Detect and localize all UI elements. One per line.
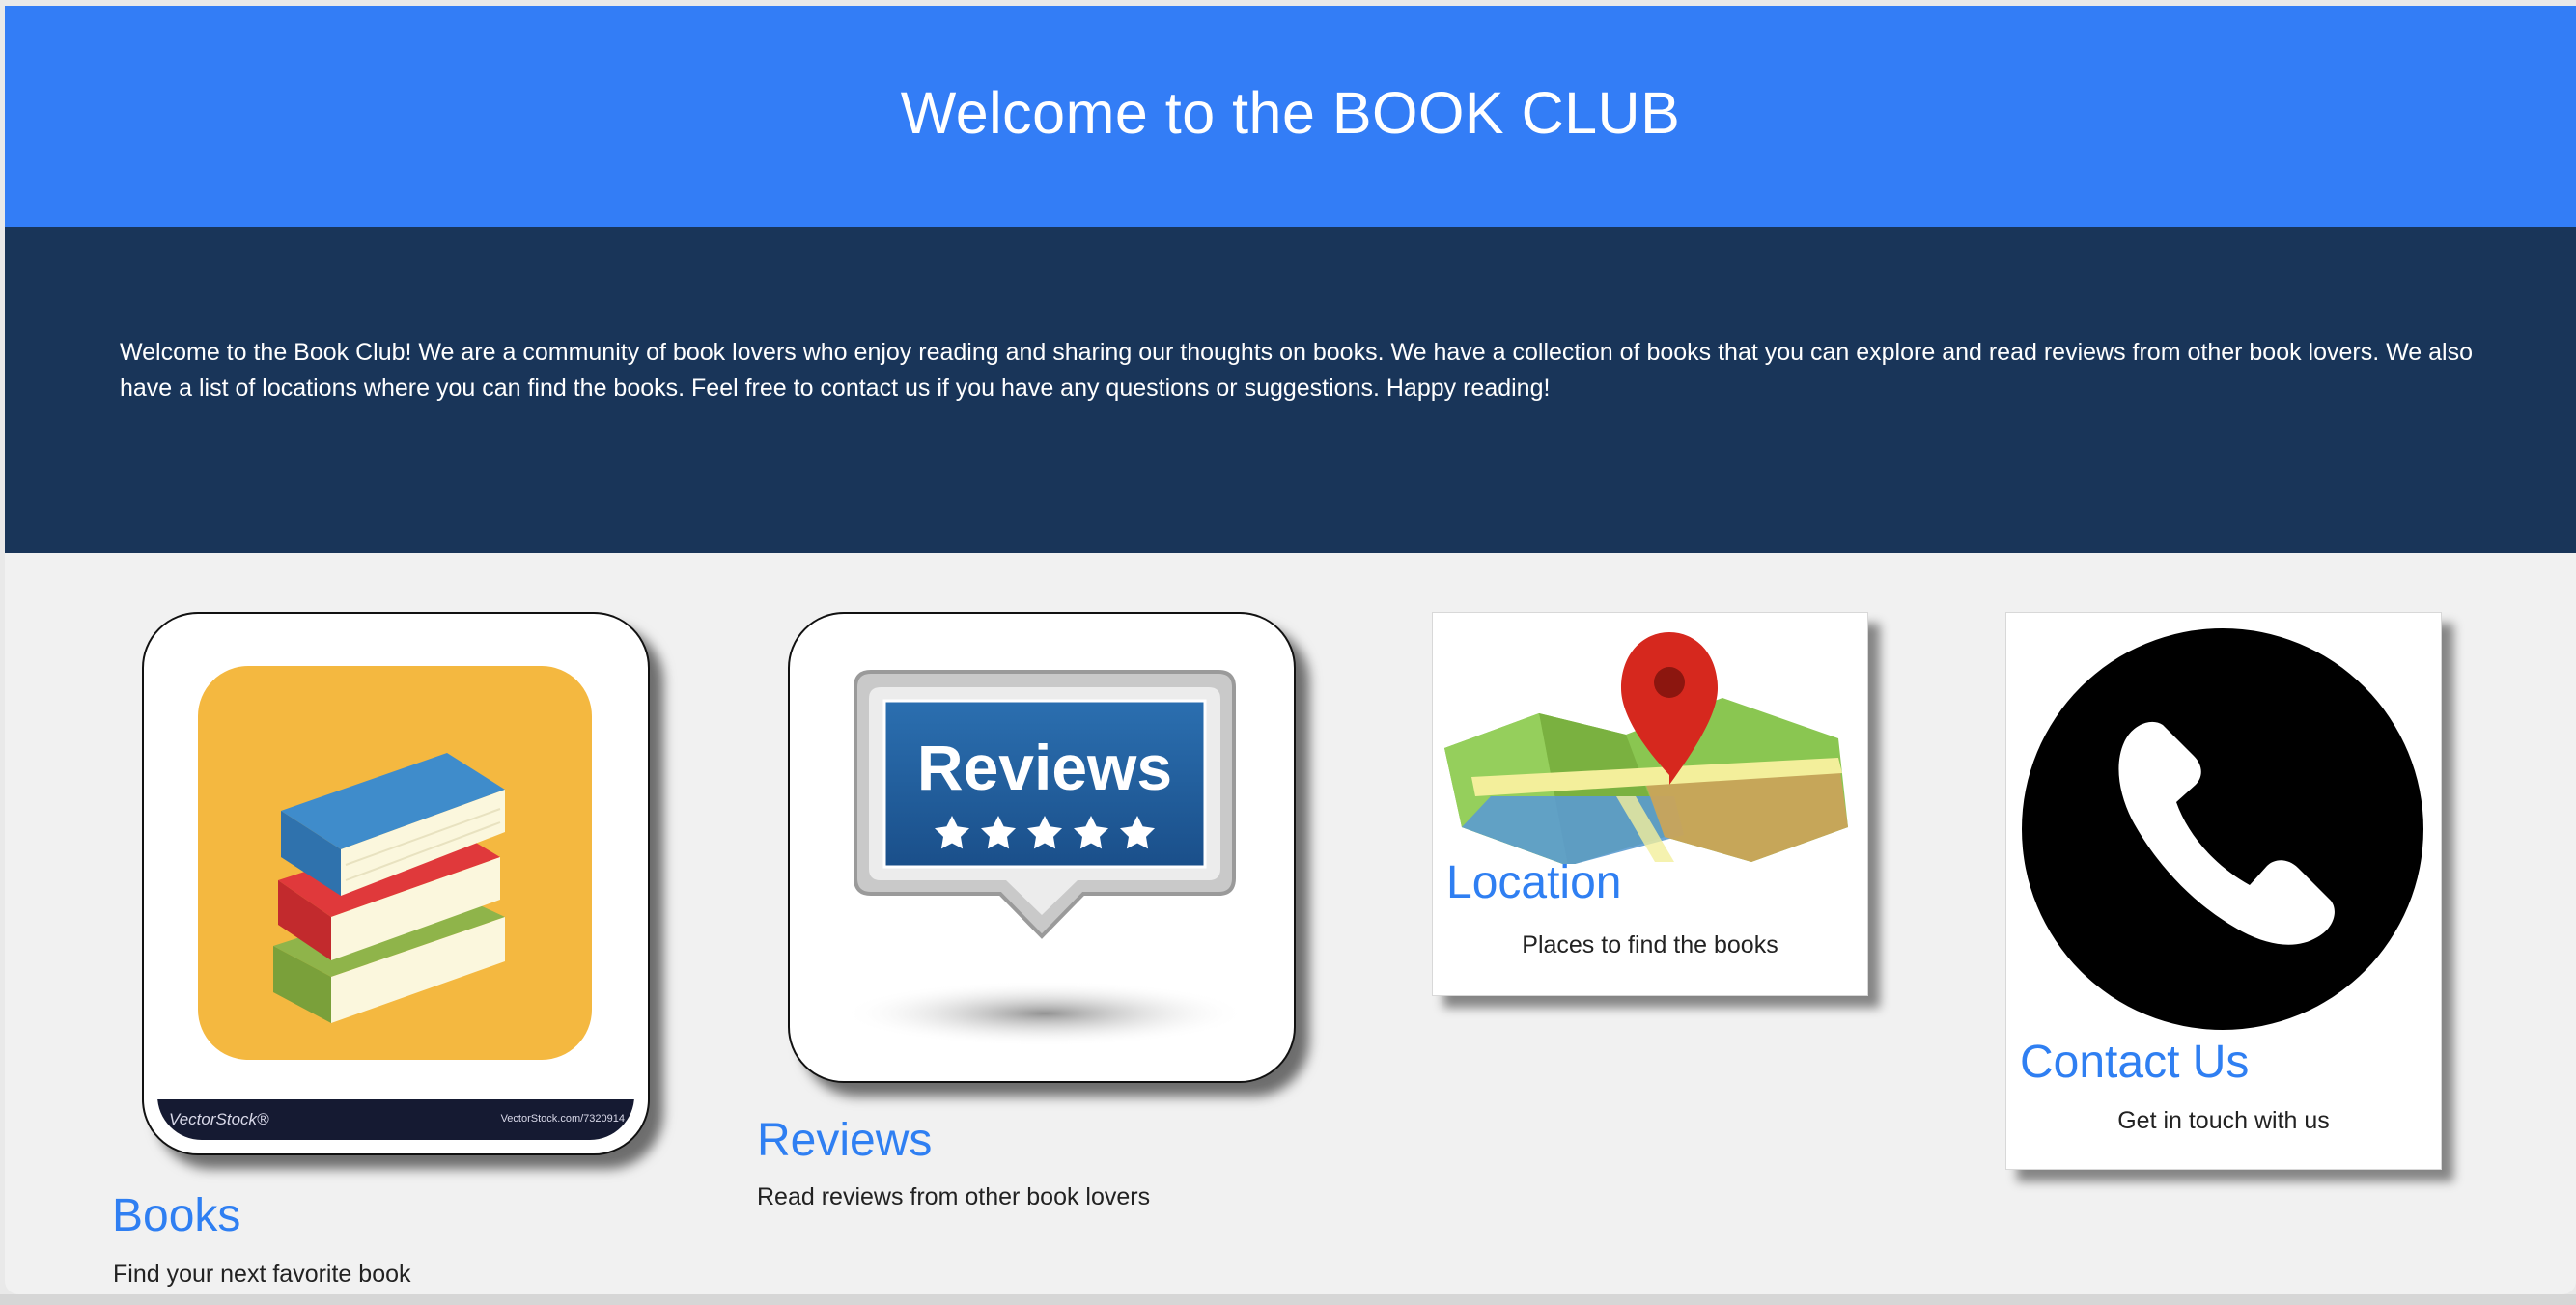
location-description: Places to find the books	[1522, 931, 1778, 958]
desktop-bottom-strip	[0, 1294, 2576, 1305]
location-card[interactable]: Location Places to find the books	[1432, 612, 1868, 996]
map-pin-icon	[1444, 632, 1848, 864]
reviews-title[interactable]: Reviews	[757, 1114, 932, 1167]
reviews-image-frame: Reviews	[803, 627, 1280, 1068]
contact-title[interactable]: Contact Us	[2020, 1036, 2249, 1089]
books-image-frame: VectorStock® VectorStock.com/7320914	[157, 627, 634, 1140]
contact-card[interactable]: Contact Us Get in touch with us	[2005, 612, 2442, 1170]
intro-section: Welcome to the Book Club! We are a commu…	[5, 227, 2576, 553]
contact-description: Get in touch with us	[2117, 1107, 2330, 1134]
reviews-badge-icon: Reviews	[842, 670, 1247, 1046]
reviews-card-image[interactable]: Reviews	[788, 612, 1296, 1083]
phone-icon	[2022, 628, 2423, 1030]
watermark-left: VectorStock®	[169, 1110, 269, 1128]
reviews-badge-text: Reviews	[917, 732, 1172, 803]
reviews-description: Read reviews from other book lovers	[757, 1183, 1151, 1210]
books-card-image[interactable]: VectorStock® VectorStock.com/7320914	[142, 612, 650, 1155]
books-description: Find your next favorite book	[113, 1261, 411, 1288]
site-header: Welcome to the BOOK CLUB	[5, 6, 2576, 227]
browser-window: Welcome to the BOOK CLUB Welcome to the …	[5, 6, 2576, 1294]
intro-text: Welcome to the Book Club! We are a commu…	[120, 339, 2473, 402]
watermark-right: VectorStock.com/7320914	[500, 1113, 625, 1125]
watermark-bar: VectorStock® VectorStock.com/7320914	[157, 1099, 634, 1140]
books-stack-icon	[198, 666, 592, 1060]
page-title: Welcome to the BOOK CLUB	[900, 79, 1681, 146]
books-title[interactable]: Books	[112, 1189, 240, 1242]
location-title[interactable]: Location	[1446, 856, 1621, 909]
